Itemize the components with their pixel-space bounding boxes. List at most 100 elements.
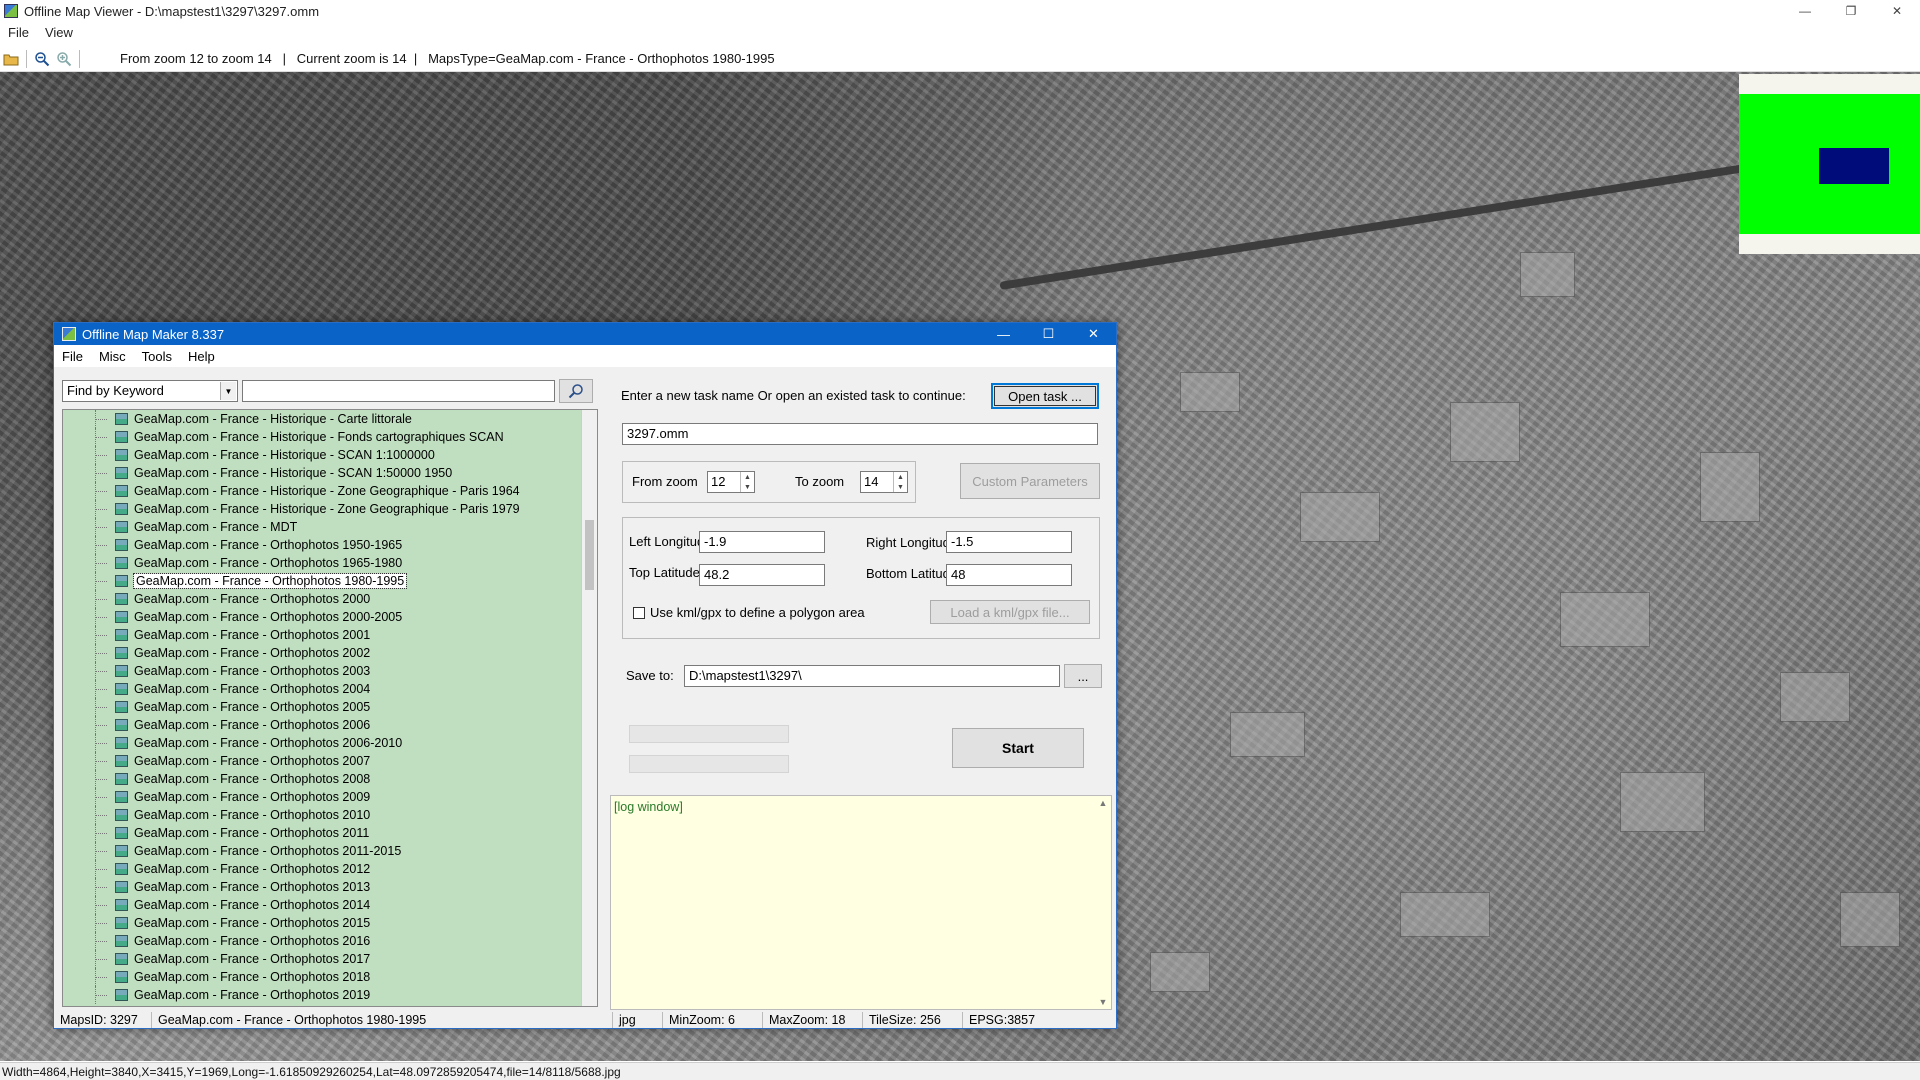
map-source-icon <box>115 971 128 983</box>
to-zoom-spinner[interactable]: 14 ▲ ▼ <box>860 471 908 493</box>
tree-item[interactable]: GeaMap.com - France - Orthophotos 2005 <box>63 698 597 716</box>
menu-misc[interactable]: Misc <box>91 349 134 364</box>
load-kml-button[interactable]: Load a kml/gpx file... <box>930 600 1090 624</box>
zoom-in-icon[interactable] <box>53 48 75 70</box>
tree-item[interactable]: GeaMap.com - France - Orthophotos 2011-2… <box>63 842 597 860</box>
tree-item[interactable]: GeaMap.com - France - Orthophotos 2009 <box>63 788 597 806</box>
chevron-up-icon[interactable]: ▲ <box>741 472 754 482</box>
tree-scrollbar-thumb[interactable] <box>585 520 594 590</box>
close-icon[interactable]: ✕ <box>1071 323 1116 345</box>
bottom-latitude-input[interactable]: 48 <box>946 564 1072 586</box>
chevron-down-icon[interactable]: ▼ <box>741 482 754 492</box>
tree-item[interactable]: GeaMap.com - France - Orthophotos 2003 <box>63 662 597 680</box>
tree-item[interactable]: GeaMap.com - France - Orthophotos 2006 <box>63 716 597 734</box>
tree-item[interactable]: GeaMap.com - France - Orthophotos 2004 <box>63 680 597 698</box>
left-longitude-input[interactable]: -1.9 <box>699 531 825 553</box>
tree-item[interactable]: GeaMap.com - France - Orthophotos 2019 <box>63 986 597 1004</box>
minimize-icon[interactable]: — <box>981 323 1026 345</box>
map-field <box>1560 592 1650 647</box>
tree-item[interactable]: GeaMap.com - France - Orthophotos 2000-2… <box>63 608 597 626</box>
from-zoom-stepper[interactable]: ▲ ▼ <box>740 472 754 492</box>
custom-parameters-button[interactable]: Custom Parameters <box>960 463 1100 499</box>
outer-window-controls: — ❐ ✕ <box>1782 0 1920 22</box>
min-zoom-text: MinZoom: 6 <box>663 1012 763 1028</box>
tree-item[interactable]: GeaMap.com - France - Orthophotos 2018 <box>63 968 597 986</box>
log-scrollbar[interactable]: ▲ ▼ <box>1095 796 1111 1009</box>
tree-scrollbar[interactable] <box>581 410 597 1006</box>
tree-item[interactable]: GeaMap.com - France - Orthophotos 2010 <box>63 806 597 824</box>
menu-view[interactable]: View <box>37 25 81 40</box>
tree-item[interactable]: GeaMap.com - France - Orthophotos 2013 <box>63 878 597 896</box>
tree-item[interactable]: GeaMap.com - France - MDT <box>63 518 597 536</box>
top-latitude-input[interactable]: 48.2 <box>699 564 825 586</box>
map-source-icon <box>115 791 128 803</box>
tree-item[interactable]: GeaMap.com - France - Historique - SCAN … <box>63 446 597 464</box>
right-longitude-input[interactable]: -1.5 <box>946 531 1072 553</box>
restore-icon[interactable]: ❐ <box>1828 0 1874 22</box>
tree-item[interactable]: GeaMap.com - France - Orthophotos 2006-2… <box>63 734 597 752</box>
minimize-icon[interactable]: — <box>1782 0 1828 22</box>
tree-item[interactable]: GeaMap.com - France - Orthophotos 2001 <box>63 626 597 644</box>
search-mode-select[interactable]: Find by Keyword ▼ <box>62 380 238 402</box>
tree-item[interactable]: GeaMap.com - France - Historique - Fonds… <box>63 428 597 446</box>
menu-file[interactable]: File <box>54 349 91 364</box>
tree-item[interactable]: GeaMap.com - France - Orthophotos 1950-1… <box>63 536 597 554</box>
tree-item[interactable]: GeaMap.com - France - Orthophotos 2014 <box>63 896 597 914</box>
scroll-up-icon[interactable]: ▲ <box>1099 798 1108 808</box>
map-source-tree[interactable]: GeaMap.com - France - Historique - Carte… <box>62 409 598 1007</box>
dialog-titlebar[interactable]: Offline Map Maker 8.337 — ☐ ✕ <box>54 323 1116 345</box>
tree-item[interactable]: GeaMap.com - France - Orthophotos 2000 <box>63 590 597 608</box>
tree-item[interactable]: GeaMap.com - France - Orthophotos 2016 <box>63 932 597 950</box>
tree-item-label: GeaMap.com - France - Orthophotos 2008 <box>134 772 371 786</box>
map-source-icon <box>115 863 128 875</box>
tree-item-label: GeaMap.com - France - Orthophotos 2005 <box>134 700 371 714</box>
from-zoom-spinner[interactable]: 12 ▲ ▼ <box>707 471 755 493</box>
task-name-input[interactable]: 3297.omm <box>622 423 1098 445</box>
menu-file[interactable]: File <box>0 25 37 40</box>
save-to-path-input[interactable]: D:\mapstest1\3297\ <box>684 665 1060 687</box>
scroll-down-icon[interactable]: ▼ <box>1099 997 1108 1007</box>
use-kml-label: Use kml/gpx to define a polygon area <box>650 605 865 620</box>
browse-button[interactable]: ... <box>1064 664 1102 688</box>
tree-item[interactable]: GeaMap.com - France - Orthophotos 2008 <box>63 770 597 788</box>
tree-item[interactable]: GeaMap.com - France - Orthophotos 2015 <box>63 914 597 932</box>
tree-item[interactable]: GeaMap.com - France - Orthophotos 1965-1… <box>63 554 597 572</box>
chevron-up-icon[interactable]: ▲ <box>894 472 907 482</box>
panel-splitter[interactable] <box>601 379 607 1007</box>
minimap-viewport[interactable] <box>1819 148 1889 184</box>
tree-item-label: GeaMap.com - France - Orthophotos 2000 <box>134 592 371 606</box>
to-zoom-stepper[interactable]: ▲ ▼ <box>893 472 907 492</box>
tree-item[interactable]: GeaMap.com - France - Orthophotos 2011 <box>63 824 597 842</box>
open-task-button[interactable]: Open task ... <box>991 383 1099 409</box>
map-source-icon <box>115 737 128 749</box>
zoom-out-icon[interactable] <box>31 48 53 70</box>
close-icon[interactable]: ✕ <box>1874 0 1920 22</box>
tree-item[interactable]: GeaMap.com - France - Historique - Carte… <box>63 410 597 428</box>
menu-tools[interactable]: Tools <box>134 349 180 364</box>
search-button[interactable] <box>559 379 593 403</box>
dialog-statusbar: MapsID: 3297 GeaMap.com - France - Ortho… <box>54 1012 1116 1028</box>
chevron-down-icon[interactable]: ▼ <box>220 382 236 400</box>
tree-item[interactable]: GeaMap.com - France - Orthophotos 2007 <box>63 752 597 770</box>
menu-help[interactable]: Help <box>180 349 223 364</box>
bottom-latitude-label: Bottom Latitude <box>866 566 958 581</box>
use-kml-checkbox[interactable] <box>633 607 645 619</box>
map-field <box>1620 772 1705 832</box>
log-window[interactable]: [log window] ▲ ▼ <box>610 795 1112 1010</box>
tree-item[interactable]: GeaMap.com - France - Historique - Zone … <box>63 482 597 500</box>
start-button[interactable]: Start <box>952 728 1084 768</box>
search-mode-value: Find by Keyword <box>67 383 164 398</box>
tree-item[interactable]: GeaMap.com - France - Historique - Zone … <box>63 500 597 518</box>
epsg-text: EPSG:3857 <box>969 1013 1036 1027</box>
tree-item[interactable]: GeaMap.com - France - Orthophotos 2002 <box>63 644 597 662</box>
overview-minimap[interactable] <box>1739 74 1920 254</box>
maximize-icon[interactable]: ☐ <box>1026 323 1071 345</box>
tree-item[interactable]: GeaMap.com - France - Orthophotos 1980-1… <box>63 572 597 590</box>
tree-item[interactable]: GeaMap.com - France - Orthophotos 2017 <box>63 950 597 968</box>
open-folder-icon[interactable] <box>0 48 22 70</box>
chevron-down-icon[interactable]: ▼ <box>894 482 907 492</box>
tree-item[interactable]: GeaMap.com - France - Historique - SCAN … <box>63 464 597 482</box>
tree-item[interactable]: GeaMap.com - France - Orthophotos 2012 <box>63 860 597 878</box>
map-source-icon <box>115 611 128 623</box>
search-input[interactable] <box>242 380 555 402</box>
